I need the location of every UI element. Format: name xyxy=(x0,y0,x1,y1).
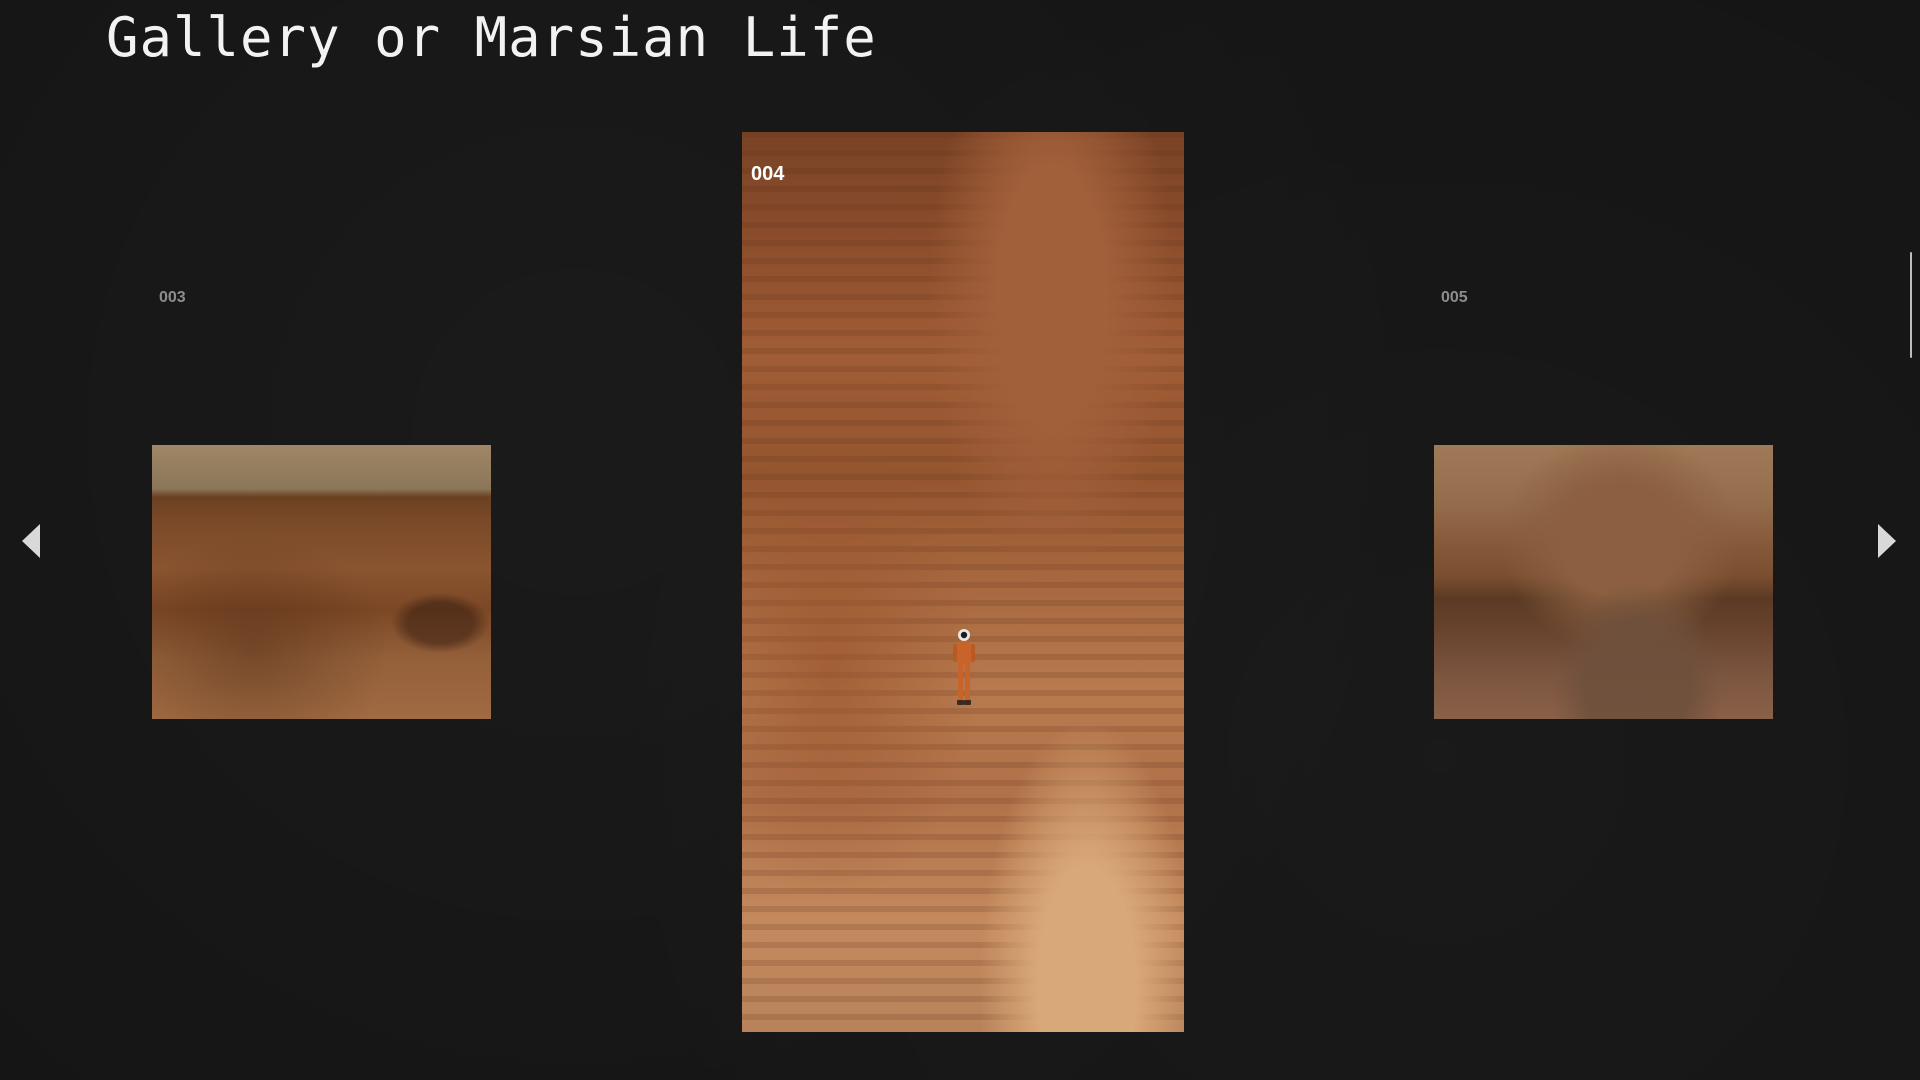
astronaut-figure xyxy=(953,629,975,705)
triangle-left-icon[interactable] xyxy=(22,524,42,558)
slide-number-label: 005 xyxy=(1441,289,1468,306)
page-title: Gallery or Marsian Life xyxy=(106,6,877,69)
mars-plain-photo[interactable] xyxy=(152,445,491,719)
scrollbar-thumb[interactable] xyxy=(1910,252,1912,358)
mars-hills-photo[interactable] xyxy=(1434,445,1773,719)
triangle-right-icon[interactable] xyxy=(1876,524,1896,558)
astronaut-canyon-photo[interactable] xyxy=(742,132,1184,1032)
slide-number-label: 003 xyxy=(159,289,186,306)
slide-number-label: 004 xyxy=(751,163,785,185)
